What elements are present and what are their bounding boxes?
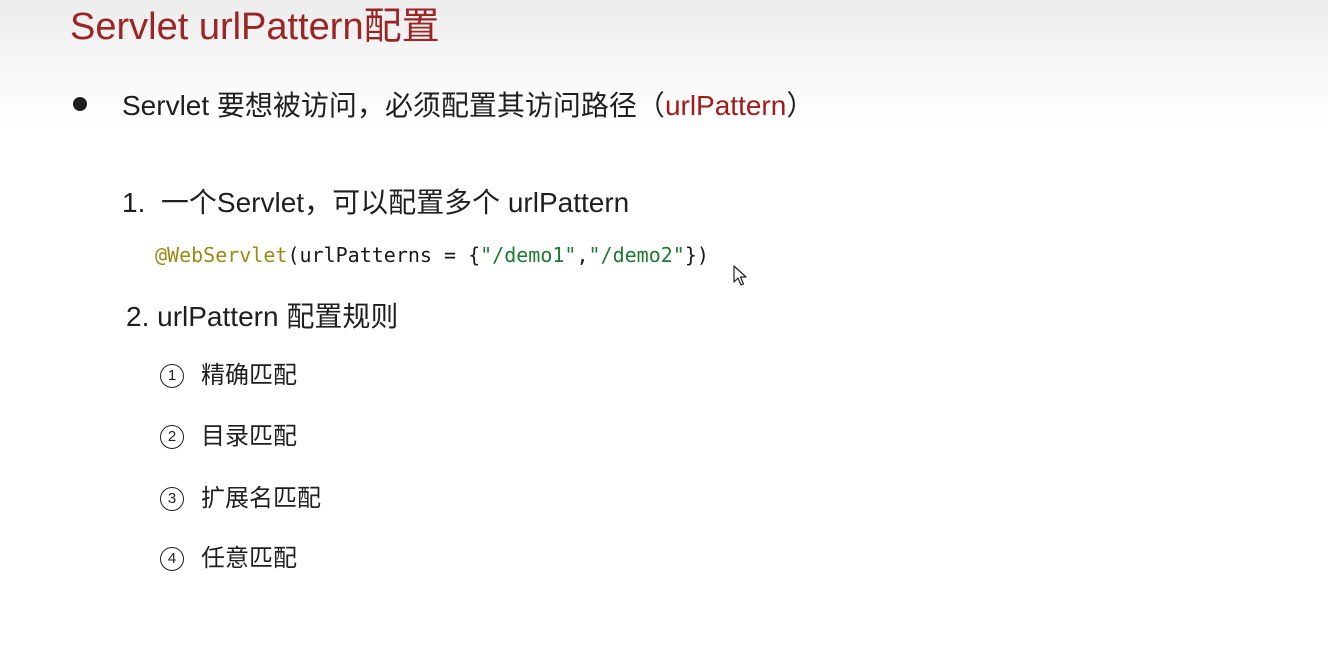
rule-label-1: 精确匹配 — [201, 362, 297, 389]
code-comma: , — [576, 243, 589, 267]
rule-item-1: 1 精确匹配 — [160, 360, 297, 392]
item-1-number: 1. — [122, 187, 146, 218]
circled-number-4-icon: 4 — [160, 547, 184, 571]
slide: Servlet urlPattern配置 Servlet 要想被访问，必须配置其… — [0, 0, 1328, 648]
code-annotation: @WebServlet — [155, 243, 288, 267]
numbered-item-2: 2. urlPattern 配置规则 — [126, 299, 398, 335]
bullet-text: Servlet 要想被访问，必须配置其访问路径（urlPattern） — [122, 84, 814, 124]
bullet-text-after: ） — [786, 90, 815, 121]
circled-number-2-icon: 2 — [160, 425, 184, 449]
item-1-text: 一个Servlet，可以配置多个 urlPattern — [160, 187, 630, 218]
bullet-point: Servlet 要想被访问，必须配置其访问路径（urlPattern） — [70, 84, 814, 124]
numbered-item-1: 1. 一个Servlet，可以配置多个 urlPattern — [122, 185, 629, 221]
mouse-pointer-icon — [733, 265, 747, 286]
rule-label-3: 扩展名匹配 — [201, 485, 321, 512]
code-open: (urlPatterns = { — [287, 243, 481, 267]
bullet-text-before: Servlet 要想被访问，必须配置其访问路径（ — [122, 90, 665, 121]
item-2-text: urlPattern 配置规则 — [157, 301, 399, 332]
rule-item-3: 3 扩展名匹配 — [160, 483, 321, 515]
rule-item-4: 4 任意匹配 — [160, 543, 297, 575]
item-2-number: 2. — [126, 301, 150, 332]
circled-number-1-icon: 1 — [160, 364, 184, 388]
bullet-highlight: urlPattern — [664, 90, 787, 121]
code-string-2: "/demo2" — [588, 243, 685, 267]
rule-label-2: 目录匹配 — [201, 423, 297, 450]
bullet-icon — [73, 97, 87, 111]
rule-item-2: 2 目录匹配 — [160, 421, 297, 453]
code-close: }) — [684, 243, 709, 267]
code-example: @WebServlet(urlPatterns = {"/demo1","/de… — [155, 241, 709, 269]
slide-title: Servlet urlPattern配置 — [70, 6, 440, 48]
rule-label-4: 任意匹配 — [201, 545, 297, 572]
circled-number-3-icon: 3 — [160, 487, 184, 511]
code-string-1: "/demo1" — [480, 243, 577, 267]
